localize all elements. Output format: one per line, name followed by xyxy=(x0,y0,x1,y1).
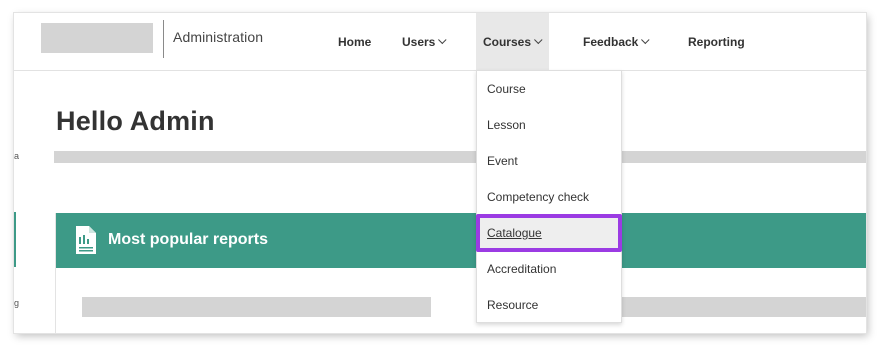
panel-title: Most popular reports xyxy=(108,231,269,248)
most-popular-reports-panel: Most popular reports xyxy=(55,213,866,333)
nav-courses-label: Courses xyxy=(482,34,532,49)
nav-reporting[interactable]: Reporting xyxy=(688,13,745,70)
panel-header: Most popular reports xyxy=(56,213,866,268)
menu-item-label: Event xyxy=(487,154,518,168)
menu-item-label: Accreditation xyxy=(487,262,557,276)
nav-home-label: Home xyxy=(338,34,372,49)
logo-divider xyxy=(163,20,164,58)
nav-courses[interactable]: Courses xyxy=(476,13,549,70)
site-title: Administration xyxy=(173,29,264,45)
menu-item-catalogue[interactable]: Catalogue xyxy=(476,214,622,252)
chevron-down-icon xyxy=(438,35,447,44)
report-placeholder-bar xyxy=(620,297,866,317)
content-placeholder-bar xyxy=(54,151,866,163)
clipped-edge-text: a xyxy=(14,151,20,161)
chevron-down-icon xyxy=(534,35,543,44)
menu-item-label: Catalogue xyxy=(487,226,542,240)
nav-feedback[interactable]: Feedback xyxy=(583,13,650,70)
menu-item-accreditation[interactable]: Accreditation xyxy=(477,251,621,287)
courses-dropdown-menu: Course Lesson Event Competency check Cat… xyxy=(476,70,622,323)
menu-item-resource[interactable]: Resource xyxy=(477,287,621,323)
app-window: a g Administration Home Users Courses Fe… xyxy=(14,13,866,333)
nav-feedback-label: Feedback xyxy=(583,34,639,49)
logo-placeholder[interactable] xyxy=(41,23,153,53)
menu-item-course[interactable]: Course xyxy=(477,71,621,107)
menu-item-label: Lesson xyxy=(487,118,526,132)
menu-item-lesson[interactable]: Lesson xyxy=(477,107,621,143)
report-placeholder-bar xyxy=(82,297,431,317)
nav-home[interactable]: Home xyxy=(338,13,371,70)
menu-item-event[interactable]: Event xyxy=(477,143,621,179)
nav-users-label: Users xyxy=(402,34,436,49)
report-document-icon xyxy=(76,226,96,254)
menu-item-label: Resource xyxy=(487,298,539,312)
page-greeting: Hello Admin xyxy=(56,106,215,136)
left-edge-teal-accent xyxy=(14,212,16,267)
nav-reporting-label: Reporting xyxy=(688,34,745,49)
top-navigation-bar: Administration Home Users Courses Feedba… xyxy=(14,13,866,71)
menu-item-label: Course xyxy=(487,82,526,96)
menu-item-competency-check[interactable]: Competency check xyxy=(477,179,621,215)
nav-users[interactable]: Users xyxy=(402,13,447,70)
clipped-edge-text: g xyxy=(14,298,20,308)
menu-item-label: Competency check xyxy=(487,190,590,204)
chevron-down-icon xyxy=(641,35,650,44)
